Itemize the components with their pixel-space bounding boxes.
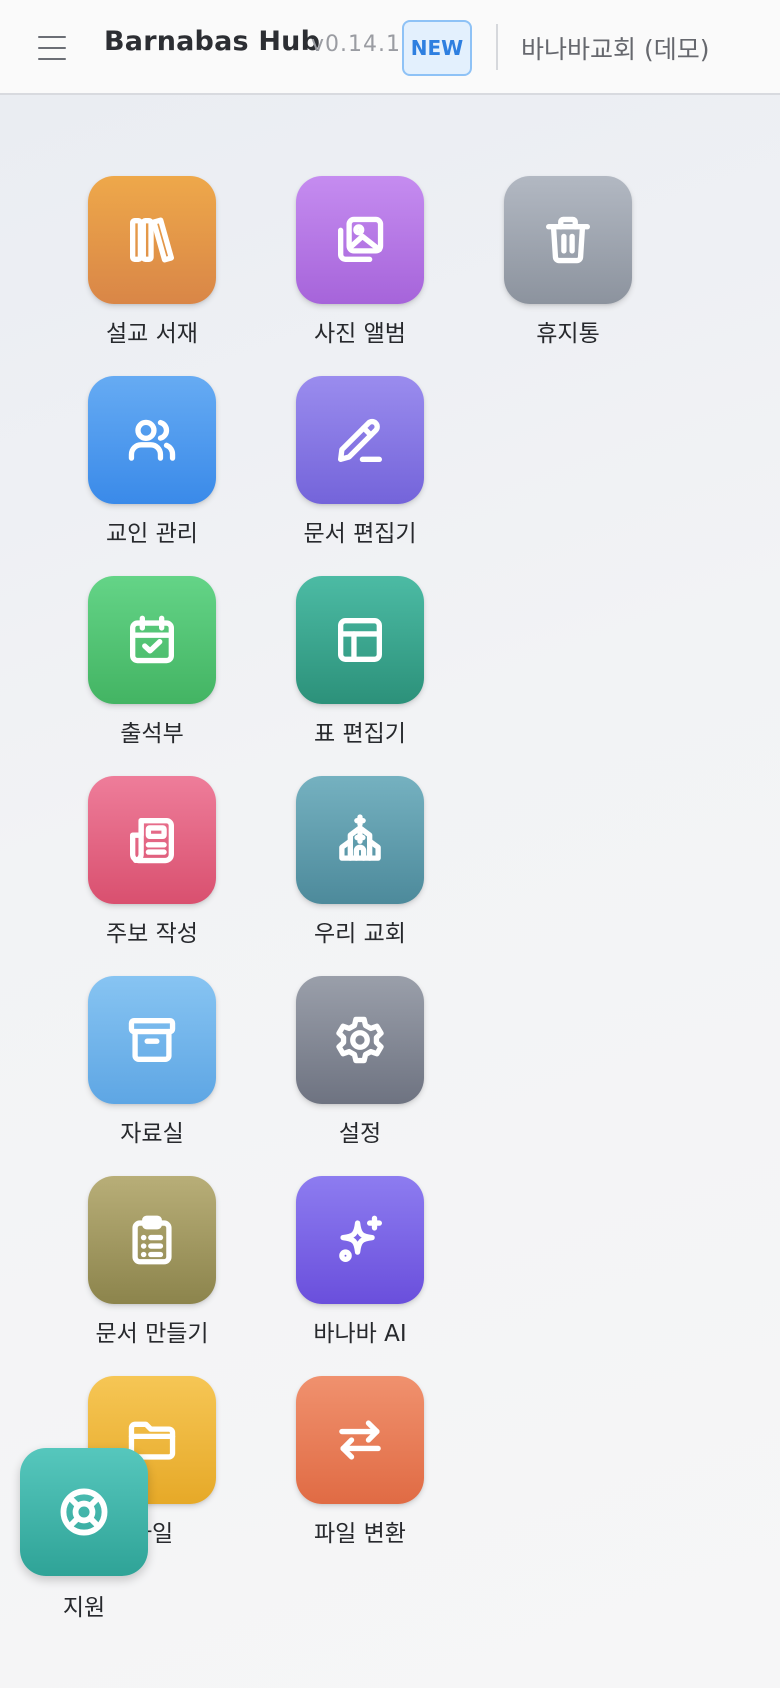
app-file-converter[interactable]: 파일 변환 xyxy=(254,1376,434,1556)
app-trash[interactable]: 휴지통 xyxy=(462,176,642,356)
calendar-check-icon[interactable] xyxy=(88,576,216,704)
app-title: Barnabas Hub xyxy=(104,26,321,57)
app-document-editor[interactable]: 문서 편집기 xyxy=(254,376,434,556)
newspaper-icon[interactable] xyxy=(88,776,216,904)
app-photo-album[interactable]: 사진 앨범 xyxy=(254,176,434,356)
app-label: 표 편집기 xyxy=(314,721,406,747)
church-icon[interactable] xyxy=(296,776,424,904)
app-label: 파일 변환 xyxy=(314,1521,406,1547)
books-icon[interactable] xyxy=(88,176,216,304)
support-button[interactable] xyxy=(20,1448,148,1576)
app-bulletin[interactable]: 주보 작성 xyxy=(46,776,226,956)
header-divider xyxy=(496,24,498,70)
app-our-church[interactable]: 우리 교회 xyxy=(254,776,434,956)
app-label: 사진 앨범 xyxy=(314,321,406,347)
app-barnabas-ai[interactable]: 바나바 AI xyxy=(254,1176,434,1356)
photos-icon[interactable] xyxy=(296,176,424,304)
lifebuoy-icon xyxy=(60,1488,108,1536)
version-label: v0.14.1 xyxy=(311,32,401,57)
app-table-editor[interactable]: 표 편집기 xyxy=(254,576,434,756)
app-label: 휴지통 xyxy=(536,321,600,347)
trash-icon[interactable] xyxy=(504,176,632,304)
app-label: 자료실 xyxy=(120,1121,184,1147)
app-sermon-library[interactable]: 설교 서재 xyxy=(46,176,226,356)
pen-icon[interactable] xyxy=(296,376,424,504)
app-member-management[interactable]: 교인 관리 xyxy=(46,376,226,556)
app-label: 출석부 xyxy=(120,721,184,747)
app-label: 교인 관리 xyxy=(106,521,198,547)
clipboard-icon[interactable] xyxy=(88,1176,216,1304)
app-archive[interactable]: 자료실 xyxy=(46,976,226,1156)
sparkles-icon[interactable] xyxy=(296,1176,424,1304)
app-label: 바나바 AI xyxy=(313,1321,407,1347)
arrows-swap-icon[interactable] xyxy=(296,1376,424,1504)
hamburger-menu-icon[interactable] xyxy=(38,34,66,62)
app-label: 문서 만들기 xyxy=(95,1321,209,1347)
app-document-maker[interactable]: 문서 만들기 xyxy=(46,1176,226,1356)
top-bar: Barnabas Hub v0.14.1 NEW 바나바교회 (데모) xyxy=(0,0,780,95)
app-label: 주보 작성 xyxy=(106,921,198,947)
archive-icon[interactable] xyxy=(88,976,216,1104)
church-name[interactable]: 바나바교회 (데모) xyxy=(521,30,709,66)
app-settings[interactable]: 설정 xyxy=(254,976,434,1156)
support-label: 지원 xyxy=(62,1595,106,1621)
app-label: 문서 편집기 xyxy=(303,521,417,547)
gear-icon[interactable] xyxy=(296,976,424,1104)
new-badge[interactable]: NEW xyxy=(402,20,472,76)
app-attendance[interactable]: 출석부 xyxy=(46,576,226,756)
table-icon[interactable] xyxy=(296,576,424,704)
app-label: 설정 xyxy=(338,1121,382,1147)
users-icon[interactable] xyxy=(88,376,216,504)
app-label: 우리 교회 xyxy=(314,921,406,947)
app-label: 설교 서재 xyxy=(106,321,198,347)
